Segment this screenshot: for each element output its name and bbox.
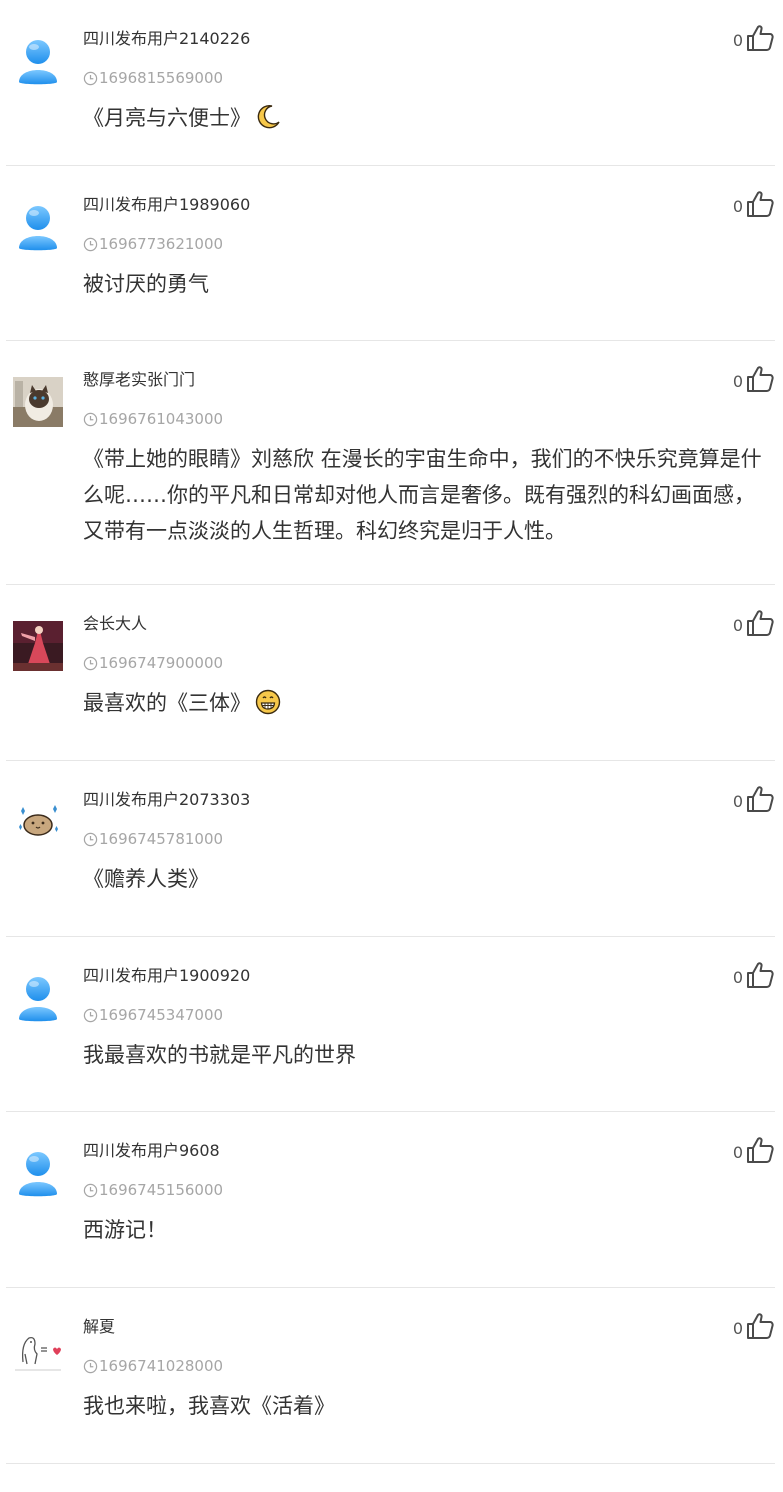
like-button[interactable]: 0 [733, 1311, 775, 1341]
username[interactable]: 解夏 [83, 1316, 115, 1338]
thumbs-up-icon[interactable] [745, 1311, 775, 1341]
comment-timestamp: 1696773621000 [83, 233, 223, 255]
comment-item: 四川发布用户1900920 1696745347000 我最喜欢的书就是平凡的世界 0 [6, 937, 775, 1112]
comment-content: 西游记！ [83, 1212, 773, 1248]
timestamp-text: 1696761043000 [99, 410, 224, 428]
comment-text: 我也来啦，我喜欢《活着》 [83, 1394, 335, 1418]
like-count: 0 [732, 1318, 743, 1338]
clock-icon [83, 1359, 98, 1374]
timestamp-text: 1696745156000 [99, 1181, 224, 1199]
clock-icon [83, 1183, 98, 1198]
thumbs-up-icon[interactable] [745, 1135, 775, 1165]
like-button[interactable]: 0 [733, 364, 775, 394]
timestamp-text: 1696773621000 [99, 235, 224, 253]
avatar[interactable] [13, 202, 63, 252]
clock-icon [83, 412, 98, 427]
username[interactable]: 四川发布用户2140226 [83, 28, 250, 50]
grinning-face-icon [255, 689, 281, 715]
clock-icon [83, 832, 98, 847]
comment-content: 《赡养人类》 [83, 861, 773, 897]
username[interactable]: 四川发布用户9608 [83, 1140, 220, 1162]
comment-content: 被讨厌的勇气 [83, 266, 773, 302]
comment-text: 《赡养人类》 [83, 867, 209, 891]
comment-item: 解夏 1696741028000 我也来啦，我喜欢《活着》 0 [6, 1288, 775, 1464]
avatar[interactable] [13, 621, 63, 671]
comment-timestamp: 1696741028000 [83, 1355, 223, 1377]
thumbs-up-icon[interactable] [745, 364, 775, 394]
like-count: 0 [732, 371, 743, 391]
like-button[interactable]: 0 [733, 1135, 775, 1165]
thumbs-up-icon[interactable] [745, 189, 775, 219]
timestamp-text: 1696745347000 [99, 1006, 224, 1024]
thumbs-up-icon[interactable] [745, 23, 775, 53]
like-count: 0 [732, 615, 743, 635]
comment-text: 《月亮与六便士》 [83, 106, 251, 130]
comment-item: 憨厚老实张门门 1696761043000 《带上她的眼睛》刘慈欣 在漫长的宇宙生命… [6, 341, 775, 585]
like-count: 0 [732, 791, 743, 811]
comment-timestamp: 1696747900000 [83, 652, 223, 674]
username[interactable]: 四川发布用户1900920 [83, 965, 250, 987]
comment-content: 《月亮与六便士》 [83, 100, 773, 136]
clock-icon [83, 71, 98, 86]
comment-content: 《带上她的眼睛》刘慈欣 在漫长的宇宙生命中，我们的不快乐究竟算是什么呢……你的平… [83, 441, 773, 549]
timestamp-text: 1696815569000 [99, 69, 224, 87]
like-count: 0 [732, 967, 743, 987]
comment-content: 我也来啦，我喜欢《活着》 [83, 1388, 773, 1424]
comment-item: 四川发布用户2073303 1696745781000 《赡养人类》 0 [6, 761, 775, 937]
comment-item: 四川发布用户1989060 1696773621000 被讨厌的勇气 0 [6, 166, 775, 341]
clock-icon [83, 1008, 98, 1023]
comment-item: 四川发布用户9608 1696745156000 西游记！ 0 [6, 1112, 775, 1288]
comment-timestamp: 1696761043000 [83, 408, 223, 430]
like-button[interactable]: 0 [733, 960, 775, 990]
like-count: 0 [732, 30, 743, 50]
comment-timestamp: 1696815569000 [83, 67, 223, 89]
clock-icon [83, 656, 98, 671]
clock-icon [83, 237, 98, 252]
thumbs-up-icon[interactable] [745, 960, 775, 990]
like-count: 0 [732, 1142, 743, 1162]
like-button[interactable]: 0 [733, 23, 775, 53]
comment-text: 最喜欢的《三体》 [83, 691, 251, 715]
comment-text: 被讨厌的勇气 [83, 272, 209, 296]
comment-text: 我最喜欢的书就是平凡的世界 [83, 1043, 356, 1067]
avatar[interactable] [13, 1324, 63, 1374]
like-button[interactable]: 0 [733, 189, 775, 219]
comment-item: 会长大人 1696747900000 最喜欢的《三体》 0 [6, 585, 775, 761]
avatar[interactable] [13, 797, 63, 847]
comment-timestamp: 1696745156000 [83, 1179, 223, 1201]
avatar[interactable] [13, 36, 63, 86]
username[interactable]: 憨厚老实张门门 [83, 369, 195, 391]
comment-list: 四川发布用户2140226 1696815569000 《月亮与六便士》 0 四川发布用… [0, 0, 783, 1464]
avatar[interactable] [13, 973, 63, 1023]
thumbs-up-icon[interactable] [745, 608, 775, 638]
comment-timestamp: 1696745781000 [83, 828, 223, 850]
comment-item: 四川发布用户2140226 1696815569000 《月亮与六便士》 0 [6, 0, 775, 166]
timestamp-text: 1696741028000 [99, 1357, 224, 1375]
comment-timestamp: 1696745347000 [83, 1004, 223, 1026]
thumbs-up-icon[interactable] [745, 784, 775, 814]
username[interactable]: 四川发布用户1989060 [83, 194, 250, 216]
avatar[interactable] [13, 1148, 63, 1198]
username[interactable]: 会长大人 [83, 613, 147, 635]
crescent-moon-icon [255, 104, 281, 130]
like-button[interactable]: 0 [733, 608, 775, 638]
comment-content: 我最喜欢的书就是平凡的世界 [83, 1037, 773, 1073]
avatar[interactable] [13, 377, 63, 427]
username[interactable]: 四川发布用户2073303 [83, 789, 250, 811]
like-button[interactable]: 0 [733, 784, 775, 814]
timestamp-text: 1696745781000 [99, 830, 224, 848]
timestamp-text: 1696747900000 [99, 654, 224, 672]
like-count: 0 [732, 196, 743, 216]
comment-text: 西游记！ [83, 1218, 167, 1242]
comment-text: 《带上她的眼睛》刘慈欣 在漫长的宇宙生命中，我们的不快乐究竟算是什么呢……你的平… [83, 447, 762, 543]
comment-content: 最喜欢的《三体》 [83, 685, 773, 721]
